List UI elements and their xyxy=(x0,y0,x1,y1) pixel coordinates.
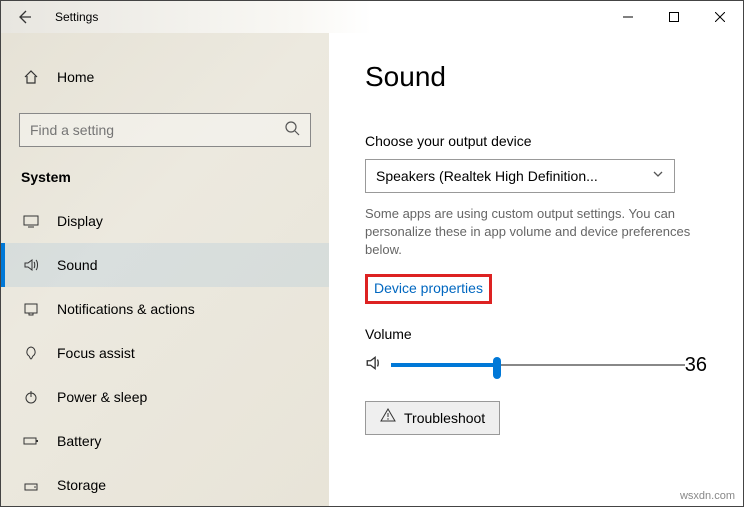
close-button[interactable] xyxy=(697,1,743,33)
slider-thumb[interactable] xyxy=(493,357,501,379)
sound-icon xyxy=(21,257,41,273)
warning-icon xyxy=(380,407,396,428)
volume-slider[interactable] xyxy=(391,355,685,375)
back-arrow-icon xyxy=(16,9,32,25)
display-icon xyxy=(21,213,41,229)
sidebar-item-label: Power & sleep xyxy=(57,389,147,405)
volume-label: Volume xyxy=(365,326,707,342)
sidebar-home[interactable]: Home xyxy=(1,57,329,97)
sidebar-item-label: Sound xyxy=(57,257,97,273)
sidebar-item-storage[interactable]: Storage xyxy=(1,463,329,506)
titlebar: Settings xyxy=(1,1,743,33)
search-box[interactable] xyxy=(19,113,311,147)
output-note: Some apps are using custom output settin… xyxy=(365,205,707,260)
minimize-icon xyxy=(623,12,633,22)
sidebar-item-label: Focus assist xyxy=(57,345,135,361)
sidebar-item-power-sleep[interactable]: Power & sleep xyxy=(1,375,329,419)
sidebar-item-label: Storage xyxy=(57,477,106,493)
device-properties-text: Device properties xyxy=(374,280,483,296)
search-input[interactable] xyxy=(30,122,284,138)
sidebar-item-sound[interactable]: Sound xyxy=(1,243,329,287)
sidebar-item-focus-assist[interactable]: Focus assist xyxy=(1,331,329,375)
search-icon xyxy=(284,120,300,141)
output-device-dropdown[interactable]: Speakers (Realtek High Definition... xyxy=(365,159,675,193)
sidebar-item-battery[interactable]: Battery xyxy=(1,419,329,463)
window-controls xyxy=(605,1,743,33)
output-device-value: Speakers (Realtek High Definition... xyxy=(376,168,652,184)
chevron-down-icon xyxy=(652,167,664,185)
close-icon xyxy=(715,12,725,22)
maximize-button[interactable] xyxy=(651,1,697,33)
slider-fill xyxy=(391,363,497,367)
watermark: wsxdn.com xyxy=(680,490,735,502)
window-title: Settings xyxy=(55,10,98,24)
minimize-button[interactable] xyxy=(605,1,651,33)
troubleshoot-button[interactable]: Troubleshoot xyxy=(365,401,500,435)
sidebar-item-notifications[interactable]: Notifications & actions xyxy=(1,287,329,331)
troubleshoot-label: Troubleshoot xyxy=(404,410,485,426)
storage-icon xyxy=(21,477,41,493)
speaker-icon[interactable] xyxy=(365,354,383,377)
volume-row: 36 xyxy=(365,354,707,377)
battery-icon xyxy=(21,433,41,449)
page-title: Sound xyxy=(365,61,707,93)
home-icon xyxy=(21,69,41,85)
notifications-icon xyxy=(21,301,41,317)
sidebar-item-label: Display xyxy=(57,213,103,229)
focus-assist-icon xyxy=(21,345,41,361)
sidebar-item-label: Notifications & actions xyxy=(57,301,195,317)
content: Home System Display Sound Notifications … xyxy=(1,33,743,506)
sidebar-home-label: Home xyxy=(57,69,94,85)
maximize-icon xyxy=(669,12,679,22)
sidebar-category: System xyxy=(1,169,329,185)
sidebar: Home System Display Sound Notifications … xyxy=(1,33,329,506)
output-device-label: Choose your output device xyxy=(365,133,707,149)
main-panel: Sound Choose your output device Speakers… xyxy=(329,33,743,506)
volume-value: 36 xyxy=(685,354,707,377)
device-properties-link[interactable]: Device properties xyxy=(365,274,492,304)
sidebar-item-label: Battery xyxy=(57,433,101,449)
back-button[interactable] xyxy=(1,1,47,33)
power-icon xyxy=(21,389,41,405)
sidebar-item-display[interactable]: Display xyxy=(1,199,329,243)
